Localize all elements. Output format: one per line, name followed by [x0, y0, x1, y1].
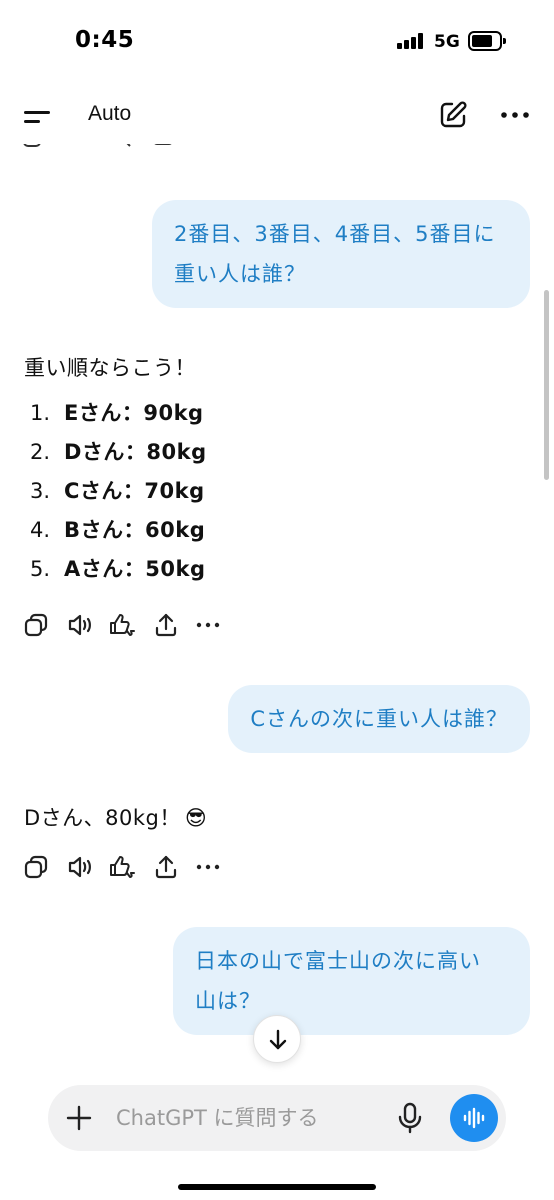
mic-icon[interactable]: [396, 1102, 424, 1134]
more-icon[interactable]: [194, 611, 222, 639]
status-bar: 0:45 5G: [0, 0, 554, 86]
battery-icon: [468, 31, 506, 51]
composer-area: [0, 1070, 554, 1200]
message-actions-previous: [18, 144, 188, 154]
speaker-icon[interactable]: [66, 853, 94, 881]
thumbs-icon[interactable]: [108, 853, 136, 881]
scroll-down-button[interactable]: [253, 1015, 301, 1063]
user-message-line: Cさんの次に重い人は誰？: [250, 707, 508, 731]
user-message: 2番目、3番目、4番目、5番目に 重い人は誰？: [152, 200, 530, 308]
model-selector[interactable]: Auto: [88, 102, 131, 126]
assistant-message-text: Dさん、80kg！: [24, 806, 181, 830]
list-item: 3. Cさん：70kg: [30, 479, 205, 503]
user-message-line: 山は？: [195, 989, 261, 1013]
signal-icon: [397, 33, 429, 49]
message-actions: [22, 611, 232, 641]
user-message-line: 日本の山で富士山の次に高い: [195, 949, 481, 973]
assistant-message-intro: 重い順ならこう！: [24, 356, 196, 380]
arrow-down-icon: [269, 1029, 287, 1050]
user-message-line: 重い人は誰？: [174, 262, 306, 286]
list-item: 2. Dさん：80kg: [30, 440, 207, 464]
network-type: 5G: [434, 32, 460, 52]
app-header: Auto: [0, 86, 554, 144]
share-icon[interactable]: [152, 853, 180, 881]
copy-icon[interactable]: [22, 853, 50, 881]
scrollbar[interactable]: [544, 290, 549, 480]
user-message: 日本の山で富士山の次に高い 山は？: [173, 927, 530, 1035]
user-message-line: 2番目、3番目、4番目、5番目に: [174, 222, 496, 246]
list-item: 5. Aさん：50kg: [30, 557, 206, 581]
list-item: 4. Bさん：60kg: [30, 518, 206, 542]
thumbs-icon[interactable]: [108, 611, 136, 639]
plus-icon[interactable]: [65, 1104, 93, 1132]
more-icon[interactable]: [498, 100, 532, 130]
waveform-icon: [463, 1107, 485, 1129]
user-message: Cさんの次に重い人は誰？: [228, 685, 530, 753]
chat-thread[interactable]: 2番目、3番目、4番目、5番目に 重い人は誰？ 重い順ならこう！ 1. Eさん：9…: [0, 144, 554, 1084]
edit-icon[interactable]: [438, 100, 468, 130]
home-indicator: [178, 1184, 376, 1190]
voice-mode-button[interactable]: [450, 1094, 498, 1142]
chat-input[interactable]: [116, 1098, 386, 1138]
list-item: 1. Eさん：90kg: [30, 401, 204, 425]
status-time: 0:45: [75, 27, 135, 53]
menu-icon[interactable]: [22, 104, 54, 130]
sunglasses-emoji: 😎: [184, 806, 208, 830]
message-actions: [22, 853, 232, 883]
composer: [48, 1085, 506, 1151]
speaker-icon[interactable]: [66, 611, 94, 639]
copy-icon[interactable]: [22, 611, 50, 639]
more-icon[interactable]: [194, 853, 222, 881]
share-icon[interactable]: [152, 611, 180, 639]
assistant-message: Dさん、80kg！ 😎: [24, 802, 207, 832]
assistant-message-list: 1. Eさん：90kg 2. Dさん：80kg 3. Cさん：70kg 4. Bさん：6…: [30, 394, 207, 589]
